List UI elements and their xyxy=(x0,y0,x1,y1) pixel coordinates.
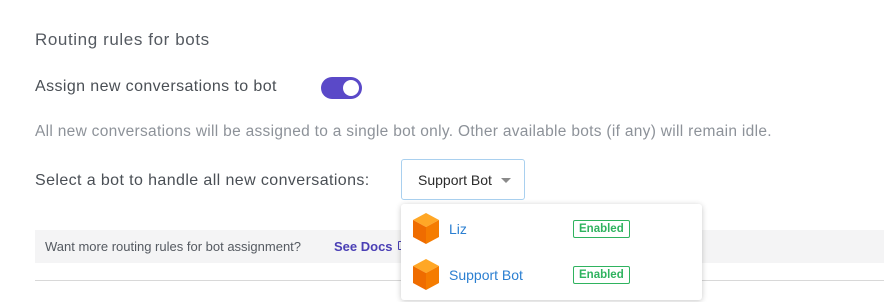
assign-help-text: All new conversations will be assigned t… xyxy=(35,123,772,140)
bot-name: Liz xyxy=(449,221,467,237)
bot-select[interactable]: Support Bot xyxy=(401,159,525,200)
bot-name: Support Bot xyxy=(449,267,523,283)
bot-cube-icon xyxy=(413,213,439,244)
assign-bot-toggle[interactable] xyxy=(321,77,362,99)
status-badge: Enabled xyxy=(573,266,630,284)
bot-select-value: Support Bot xyxy=(418,172,492,188)
toggle-knob xyxy=(343,80,359,96)
info-text: Want more routing rules for bot assignme… xyxy=(45,239,302,254)
assign-bot-label: Assign new conversations to bot xyxy=(35,78,277,95)
bot-option-liz[interactable]: Liz Enabled xyxy=(401,206,702,252)
select-bot-label: Select a bot to handle all new conversat… xyxy=(35,172,370,189)
section-title: Routing rules for bots xyxy=(35,30,210,49)
bot-dropdown-menu: Liz Enabled Support Bot Enabled xyxy=(401,204,702,300)
see-docs-link[interactable]: See Docs xyxy=(334,239,393,254)
bot-option-support-bot[interactable]: Support Bot Enabled xyxy=(401,252,702,298)
bot-cube-icon xyxy=(413,259,439,290)
status-badge: Enabled xyxy=(573,220,630,238)
caret-down-icon xyxy=(501,178,511,183)
